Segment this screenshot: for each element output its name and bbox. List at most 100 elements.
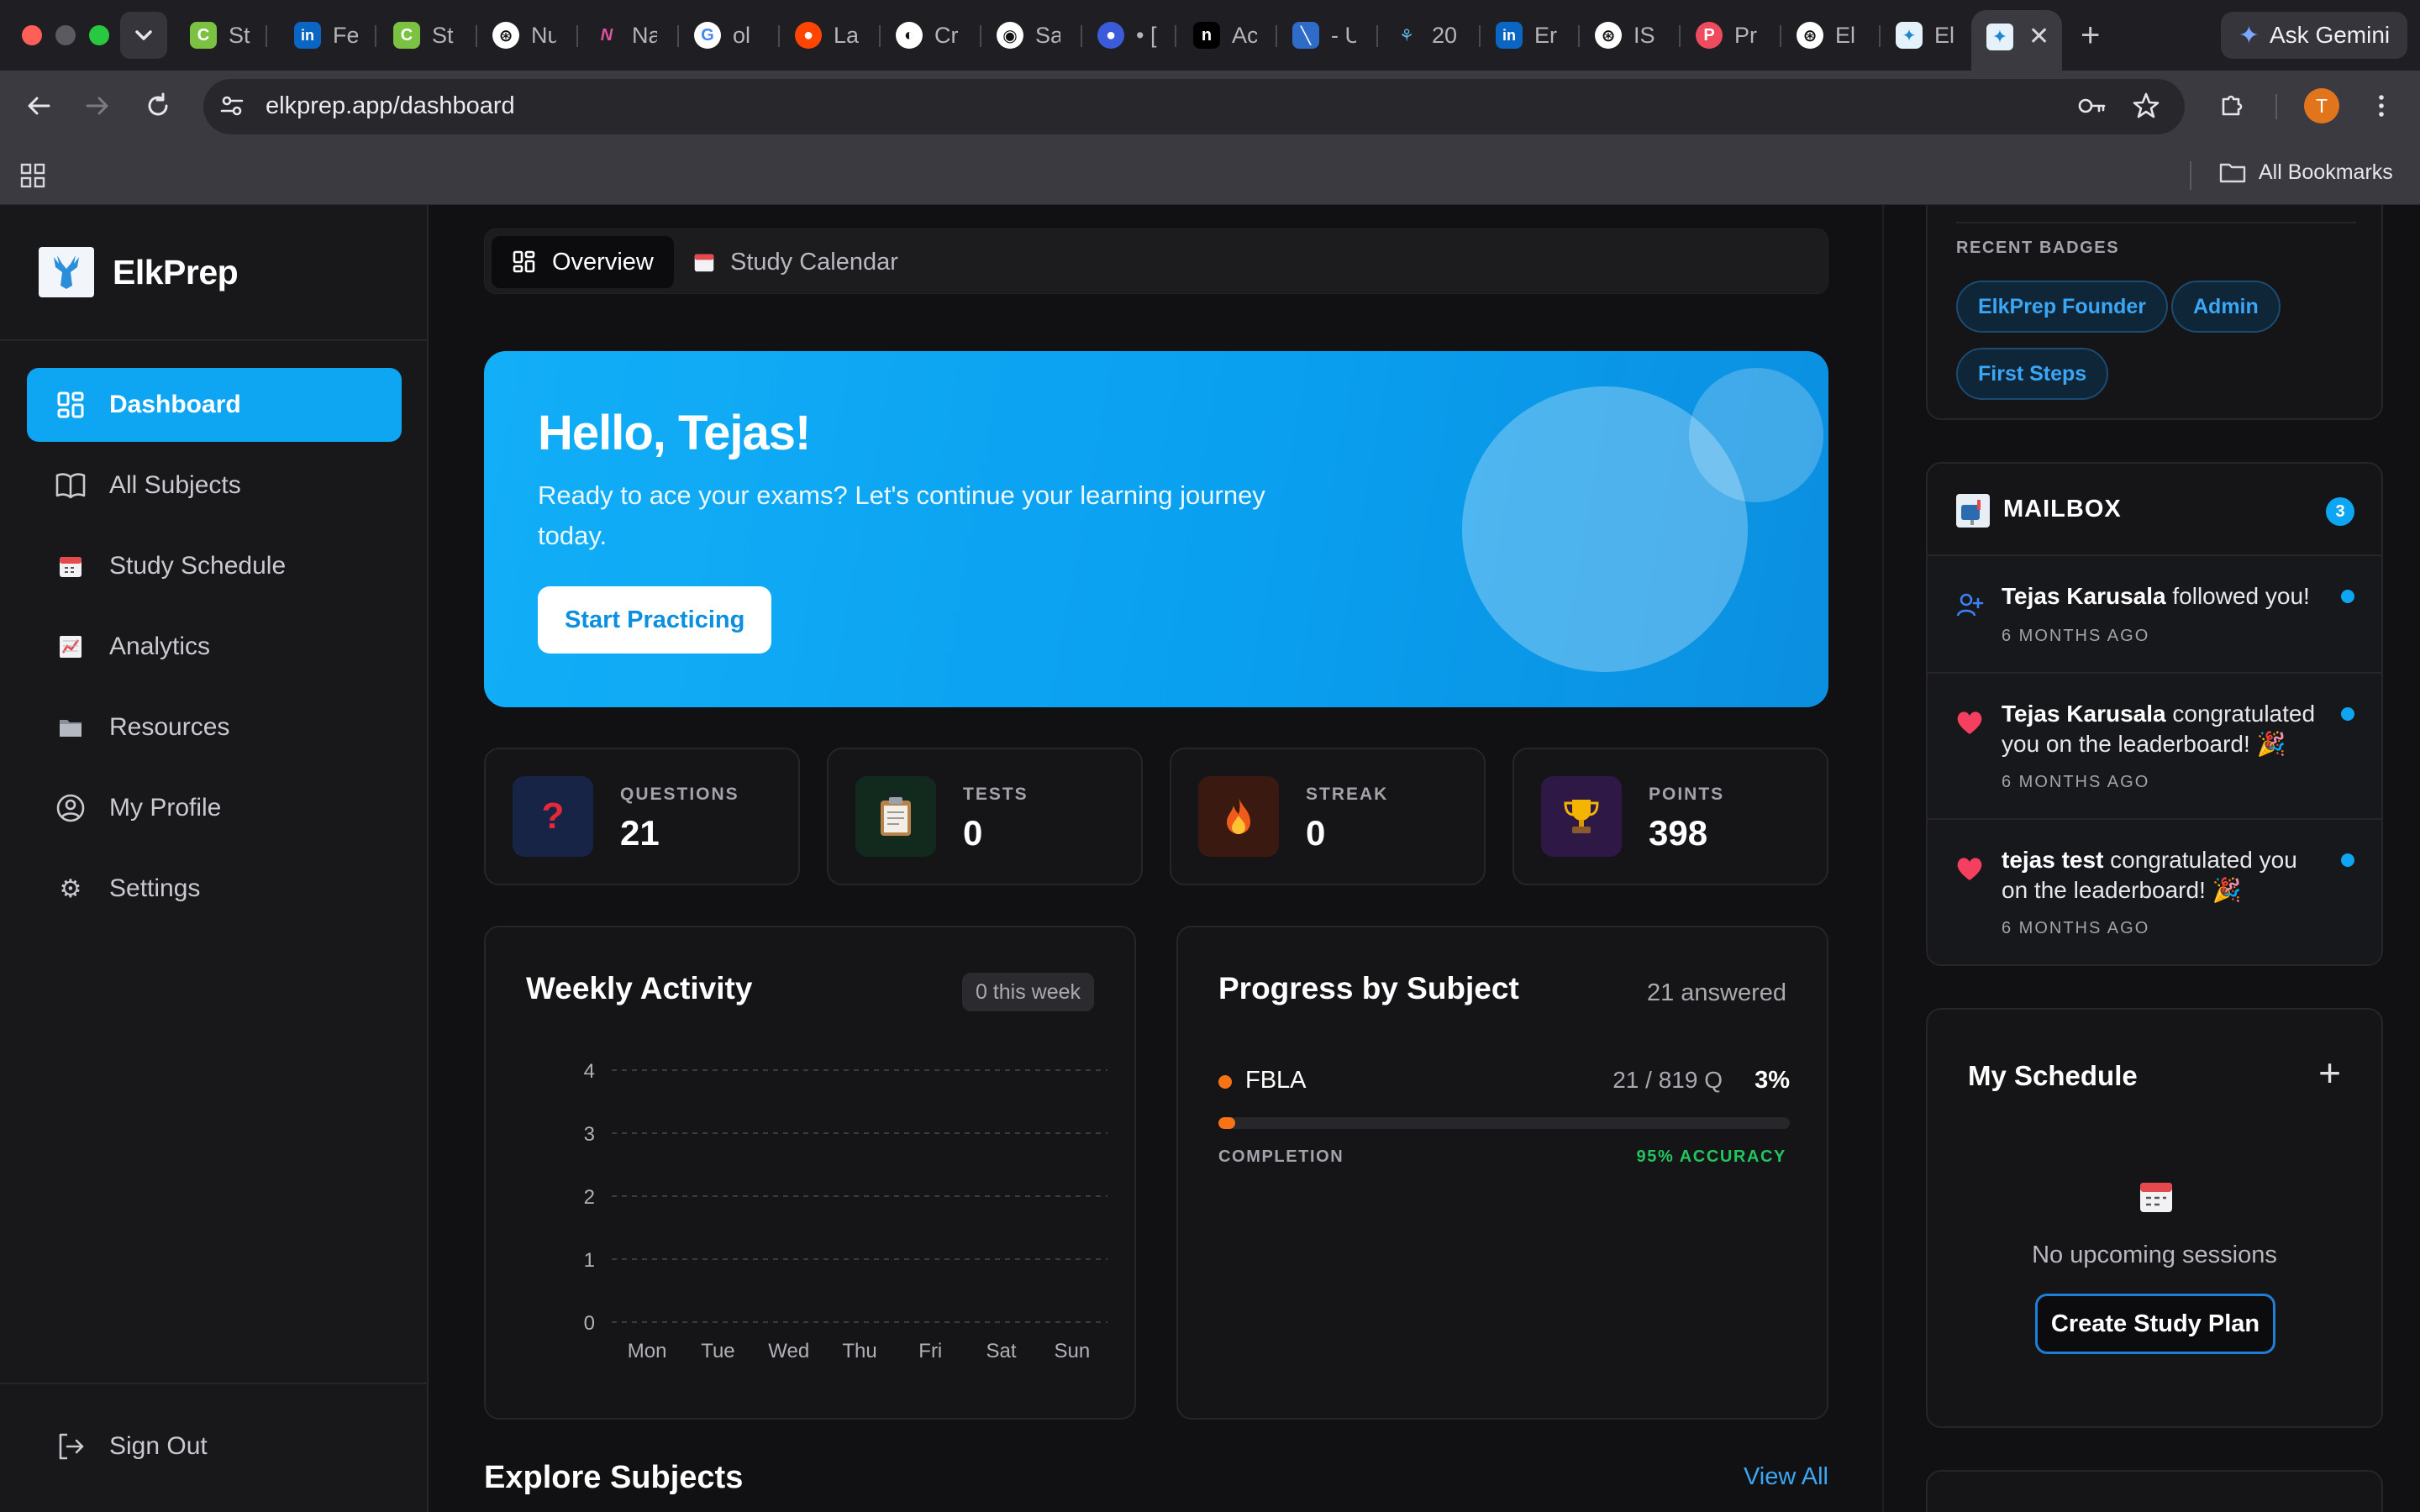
y-tick-label: 4 [584,1060,595,1083]
mailbox-item[interactable]: Tejas Karusala congratulated you on the … [1928,674,2381,820]
mailbox-icon [1956,494,1990,528]
sidebar-item-my-profile[interactable]: My Profile [27,771,402,845]
sidebar-item-label: Study Schedule [109,552,287,580]
card-divider [1956,222,2356,223]
browser-tab[interactable]: ╲ - U [1286,17,1356,54]
url-host: elkprep.app [266,92,393,119]
mailbox-card: MAILBOX 3 Tejas Karusala followed you! 6… [1926,462,2383,966]
sender-name: tejas test [2002,847,2104,873]
welcome-banner: Hello, Tejas! Ready to ace your exams? L… [484,351,1828,707]
new-tab-button[interactable]: + [2081,18,2100,52]
mailbox-item[interactable]: Tejas Karusala followed you! 6 MONTHS AG… [1928,556,2381,674]
decorative-circle [1689,368,1823,502]
progress-title: Progress by Subject [1218,971,1519,1005]
tab-separator [576,25,578,47]
browser-tab[interactable]: in Er [1489,17,1560,54]
site-info-button[interactable] [213,87,250,124]
sidebar-item-all-subjects[interactable]: All Subjects [27,449,402,522]
maximize-window-button[interactable] [89,25,109,45]
stat-card-points: POINTS 398 [1512,748,1828,885]
all-bookmarks-button[interactable]: All Bookmarks [2218,160,2393,185]
tab-study-calendar[interactable]: Study Calendar [673,236,918,288]
tab-favicon: ⊛ [492,22,519,49]
browser-tab[interactable]: in Fe [287,17,358,54]
url-text[interactable]: elkprep.app/dashboard [266,92,515,120]
y-tick-label: 2 [584,1186,595,1209]
sidebar: ElkPrep Dashboard All Subjects Study Sch… [0,205,429,1512]
tab-label: • [ [1136,22,1157,48]
minimize-window-button[interactable] [55,25,76,45]
sign-out-button[interactable]: Sign Out [27,1410,402,1483]
extensions-button[interactable] [2213,87,2250,124]
browser-tab[interactable]: C St [183,17,254,54]
tab-favicon: n [1193,22,1220,49]
add-session-button[interactable]: + [2318,1053,2341,1092]
browser-tab[interactable]: P Pr [1689,17,1760,54]
browser-tab[interactable]: n Ac [1186,17,1257,54]
sign-out-icon [54,1430,87,1463]
sidebar-item-resources[interactable]: Resources [27,690,402,764]
sidebar-item-settings[interactable]: ⚙ Settings [27,852,402,926]
tab-favicon: N [600,25,613,45]
active-browser-tab[interactable]: ✦ ✕ [1971,10,2062,71]
browser-tab[interactable]: N Na [587,17,657,54]
browser-tab[interactable]: Gol [687,17,758,54]
calendar-icon [2140,1183,2172,1212]
sidebar-item-dashboard[interactable]: Dashboard [27,368,402,442]
tab-label: St [229,22,250,48]
browser-tab[interactable]: ⚘ 20 [1386,17,1457,54]
tab-search-button[interactable] [120,12,167,59]
greeting-subtitle: Ready to ace your exams? Let's continue … [538,480,1265,550]
stat-card-streak: STREAK 0 [1170,748,1486,885]
reload-button[interactable] [139,87,176,124]
tab-separator [375,25,376,47]
tab-separator [1081,25,1082,47]
back-button[interactable] [20,87,57,124]
x-tick-label: Sat [986,1340,1017,1362]
unread-dot [2341,590,2354,603]
browser-tab[interactable]: ✦ El [1889,17,1960,54]
browser-tab[interactable]: ⊛ IS [1588,17,1659,54]
weekly-count-pill: 0 this week [961,973,1094,1011]
badge-chip[interactable]: First Steps [1956,348,2109,400]
subject-color-dot [1218,1075,1232,1089]
sidebar-item-label: Dashboard [109,391,241,418]
subject-row[interactable]: FBLA 21 / 819 Q 3% [1218,1063,1790,1097]
brand[interactable]: ElkPrep [39,247,239,297]
badge-chip[interactable]: ElkPrep Founder [1956,281,2169,333]
start-practicing-button[interactable]: Start Practicing [538,586,772,654]
tab-overview[interactable]: Overview [492,236,674,288]
browser-tab[interactable]: C St [387,17,457,54]
forward-button[interactable] [79,87,116,124]
sidebar-item-analytics[interactable]: Analytics [27,610,402,684]
profile-avatar[interactable]: T [2304,88,2339,123]
sidebar-item-label: My Profile [109,794,222,822]
browser-tab[interactable]: ● • [ [1091,17,1161,54]
view-all-link[interactable]: View All [1744,1463,1828,1491]
no-sessions-text: No upcoming sessions [2032,1242,2277,1268]
close-window-button[interactable] [22,25,42,45]
all-bookmarks-label: All Bookmarks [2259,160,2393,184]
heart-icon [1954,707,1985,738]
create-study-plan-button[interactable]: Create Study Plan [2035,1294,2275,1354]
password-key-button[interactable] [2074,87,2111,124]
stat-label: STREAK [1306,785,1389,804]
bookmark-star-button[interactable] [2128,87,2165,124]
apps-grid-button[interactable] [18,161,47,194]
subject-question-count: 21 / 819 Q [1612,1067,1723,1093]
tab-label: ol [733,22,751,48]
browser-tab[interactable]: ◐ Cr [889,17,960,54]
browser-tab[interactable]: ◉ Sa [990,17,1060,54]
bookmarks-divider [2190,161,2191,190]
browser-tab[interactable]: ⊛ Nu [486,17,556,54]
sidebar-item-study-schedule[interactable]: Study Schedule [27,529,402,603]
browser-tab[interactable]: ⊛ El [1790,17,1860,54]
tab-separator [1376,25,1378,47]
mailbox-item[interactable]: tejas test congratulated you on the lead… [1928,820,2381,964]
browser-tab[interactable]: ● La [788,17,859,54]
close-tab-icon[interactable]: ✕ [2028,22,2049,51]
ask-gemini-button[interactable]: ✦ Ask Gemini [2221,12,2407,59]
badge-chip[interactable]: Admin [2171,281,2281,333]
sidebar-divider [0,1383,427,1384]
browser-menu-button[interactable] [2363,87,2400,124]
